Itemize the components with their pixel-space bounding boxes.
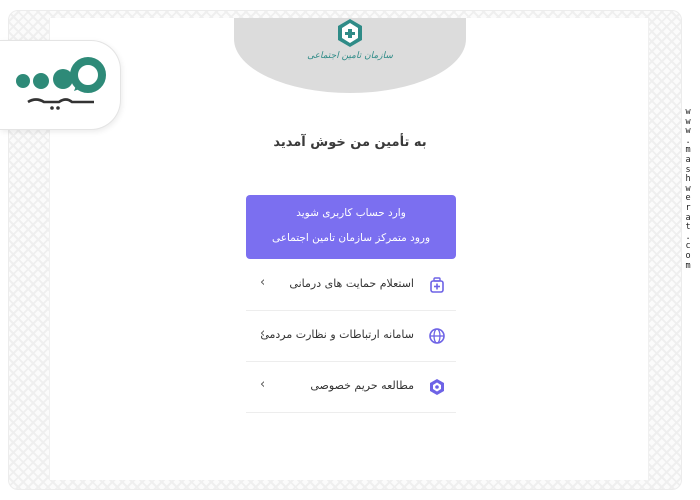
chevron-left-icon: ‹ (260, 377, 266, 392)
globe-icon (429, 328, 445, 344)
menu-item-label: استعلام حمایت های درمانی (289, 277, 414, 290)
organization-name: سازمان تامین اجتماعی (307, 51, 393, 61)
menu-item-medical-support[interactable]: استعلام حمایت های درمانی ‹ (246, 260, 456, 311)
menu-item-privacy[interactable]: مطالعه حریم خصوصی ‹ (246, 362, 456, 413)
menu-item-public-oversight[interactable]: سامانه ارتباطات و نظارت مردمی ‹ (246, 311, 456, 362)
login-line-primary: وارد حساب کاربری شوید (296, 207, 406, 219)
menu-item-label: مطالعه حریم خصوصی (310, 379, 414, 392)
login-button[interactable]: وارد حساب کاربری شوید ورود متمرکز سازمان… (246, 195, 456, 259)
login-line-secondary: ورود متمرکز سازمان تامین اجتماعی (271, 232, 431, 244)
menu-item-label: سامانه ارتباطات و نظارت مردمی (260, 328, 414, 341)
chevron-left-icon: ‹ (260, 326, 266, 341)
welcome-title: به تأمین من خوش آمدید (273, 135, 427, 150)
site-logo (0, 40, 121, 130)
medical-bag-icon (430, 277, 444, 293)
shield-icon (430, 379, 444, 395)
chevron-left-icon: ‹ (260, 275, 266, 290)
organization-emblem-icon (338, 19, 362, 47)
watermark-char: m (685, 260, 691, 271)
site-url-watermark: www.mashwerat.com (682, 107, 694, 271)
mashwerat-logo-icon (16, 57, 106, 110)
